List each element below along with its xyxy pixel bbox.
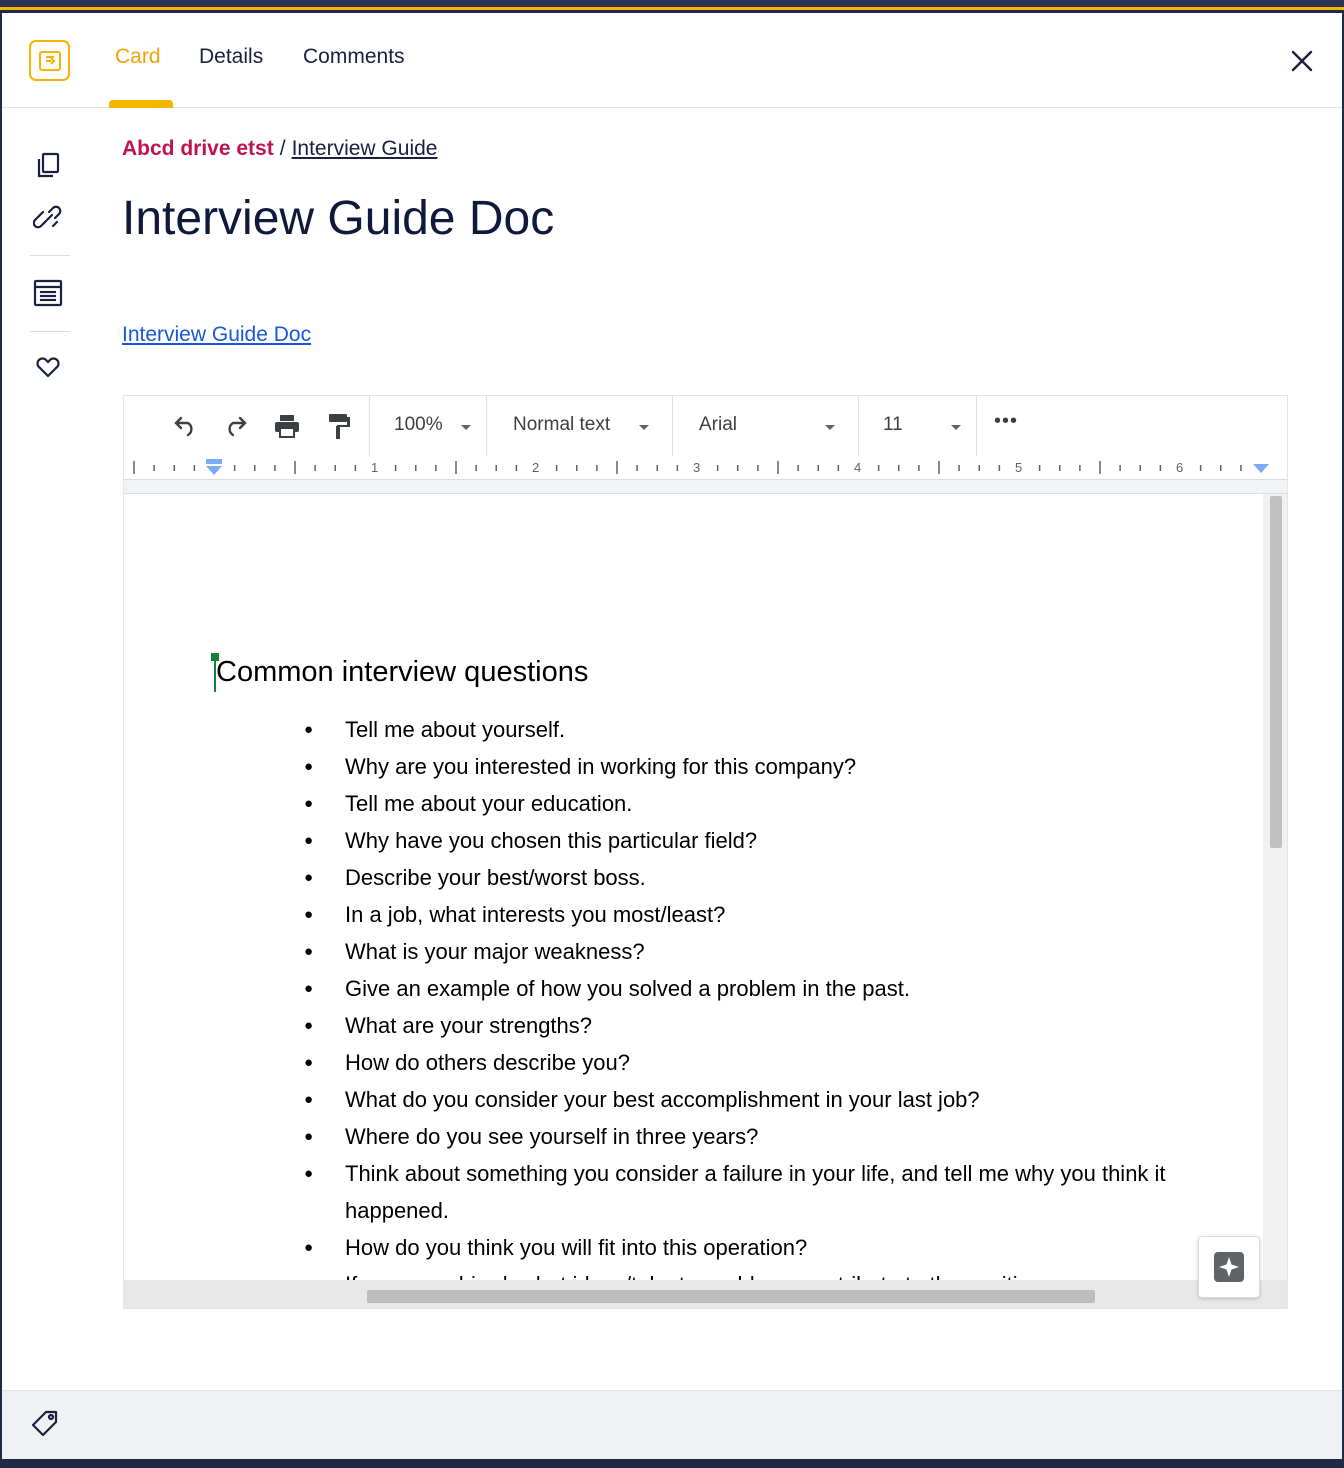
tab-details[interactable]: Details (199, 45, 263, 69)
list-item: What is your major weakness? (124, 933, 1262, 970)
tab-card[interactable]: Card (115, 45, 161, 69)
toolbar-separator (486, 396, 487, 456)
right-indent-marker-icon[interactable] (1251, 464, 1271, 478)
explore-button[interactable] (1198, 1236, 1260, 1298)
explore-icon (1214, 1252, 1244, 1282)
breadcrumb-root[interactable]: Abcd drive etst (122, 137, 274, 160)
list-item: If you were hired, what ideas/talents co… (124, 1266, 1262, 1280)
ruler-number: 1 (371, 460, 379, 475)
doc-link[interactable]: Interview Guide Doc (122, 323, 311, 347)
breadcrumb-current[interactable]: Interview Guide (292, 137, 438, 160)
accent-bar (0, 7, 1344, 10)
list-item: How do others describe you? (124, 1044, 1262, 1081)
list-item: In a job, what interests you most/least? (124, 896, 1262, 933)
modal-footer (2, 1390, 1342, 1459)
sidebar-divider (30, 331, 70, 332)
style-caret-icon (639, 425, 649, 430)
tag-icon[interactable] (29, 1408, 61, 1440)
active-tab-indicator (109, 100, 173, 108)
list-item: Why have you chosen this particular fiel… (124, 822, 1262, 859)
link-icon[interactable] (32, 203, 64, 235)
more-options-button[interactable]: ••• (994, 410, 1018, 433)
toolbar-separator (858, 396, 859, 456)
close-button[interactable] (1288, 47, 1316, 75)
font-size-caret-icon (951, 425, 961, 430)
list-item: Why are you interested in working for th… (124, 748, 1262, 785)
close-icon (1291, 50, 1313, 72)
list-item: Where do you see yourself in three years… (124, 1118, 1262, 1155)
paint-format-icon[interactable] (323, 412, 353, 440)
left-indent-marker-icon[interactable] (204, 459, 224, 477)
sidebar-divider (30, 255, 70, 256)
zoom-caret-icon (461, 425, 471, 430)
font-size-select[interactable]: 11 (883, 414, 903, 436)
breadcrumb: Abcd drive etst / Interview Guide (122, 137, 437, 161)
list-item: What do you consider your best accomplis… (124, 1081, 1262, 1118)
ruler-band (124, 480, 1287, 494)
font-select[interactable]: Arial (699, 414, 737, 436)
ruler-number: 4 (854, 460, 862, 475)
doc-toolbar: 100% Normal text Arial 11 ••• (124, 396, 1287, 456)
ruler-number: 3 (693, 460, 701, 475)
window-top-strip (0, 0, 1344, 10)
ruler-ticks (133, 461, 1242, 474)
list-item: How do you think you will fit into this … (124, 1229, 1262, 1266)
card-app-icon[interactable] (29, 40, 70, 81)
favorite-icon[interactable] (32, 351, 64, 383)
doc-heading: Common interview questions (216, 656, 589, 688)
undo-icon[interactable] (170, 412, 200, 440)
list-item: Think about something you consider a fai… (124, 1155, 1262, 1229)
embedded-doc: 100% Normal text Arial 11 ••• 1 2 3 4 5 … (123, 395, 1288, 1309)
list-item: Describe your best/worst boss. (124, 859, 1262, 896)
vertical-scroll-thumb[interactable] (1270, 496, 1282, 848)
tab-comments[interactable]: Comments (303, 45, 405, 69)
modal-header: Card Details Comments (2, 13, 1342, 108)
list-item: Tell me about your education. (124, 785, 1262, 822)
page-title: Interview Guide Doc (122, 192, 555, 245)
ruler-number: 2 (532, 460, 540, 475)
card-modal: Card Details Comments Abcd drive etst / … (2, 13, 1342, 1459)
toolbar-separator (672, 396, 673, 456)
list-item: Give an example of how you solved a prob… (124, 970, 1262, 1007)
card-view-icon[interactable] (32, 277, 64, 309)
list-item: Tell me about yourself. (124, 711, 1262, 748)
copy-icon[interactable] (32, 149, 64, 181)
style-select[interactable]: Normal text (513, 414, 610, 436)
horizontal-scrollbar[interactable] (124, 1280, 1287, 1308)
font-caret-icon (825, 425, 835, 430)
list-item: What are your strengths? (124, 1007, 1262, 1044)
doc-page[interactable]: Common interview questions Tell me about… (124, 494, 1262, 1280)
redo-icon[interactable] (221, 412, 251, 440)
ruler-number: 5 (1015, 460, 1023, 475)
sidebar (2, 109, 98, 1389)
breadcrumb-separator: / (279, 137, 286, 160)
toolbar-separator (976, 396, 977, 456)
ruler-number: 6 (1176, 460, 1184, 475)
toolbar-separator (369, 396, 370, 456)
vertical-scrollbar[interactable] (1263, 494, 1287, 1280)
print-icon[interactable] (272, 412, 302, 440)
question-list: Tell me about yourself.Why are you inter… (124, 711, 1262, 1280)
zoom-select[interactable]: 100% (394, 414, 443, 436)
horizontal-scroll-thumb[interactable] (367, 1290, 1095, 1303)
doc-ruler[interactable]: 1 2 3 4 5 6 (124, 456, 1287, 480)
